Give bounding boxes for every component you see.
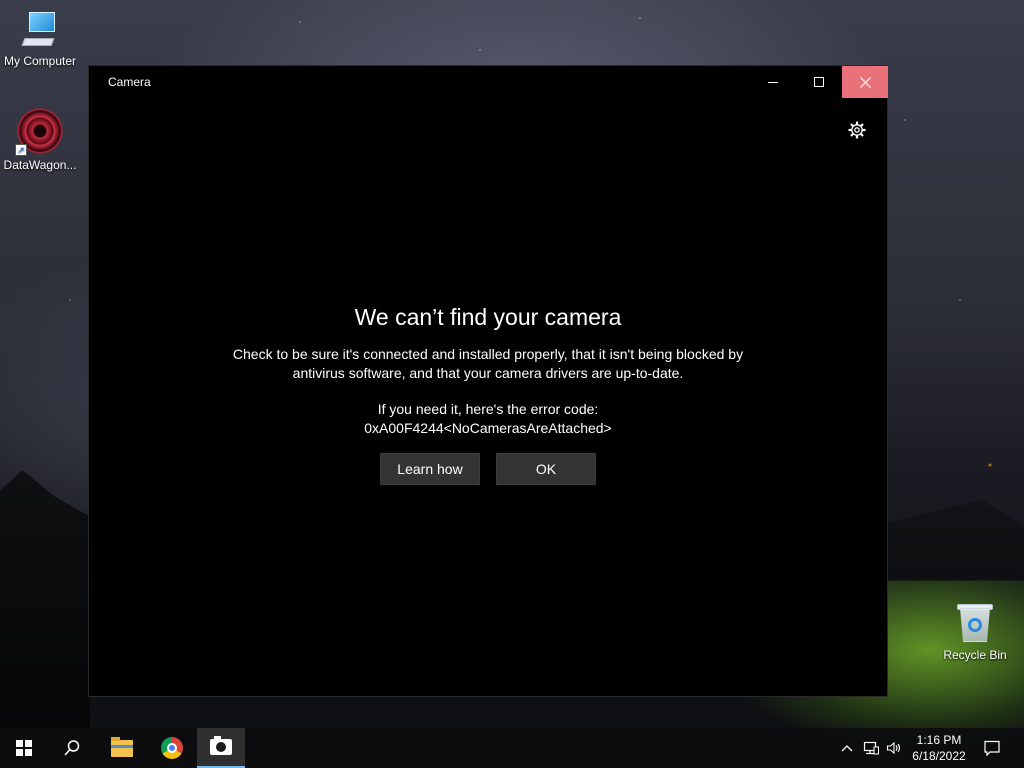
search-button[interactable] xyxy=(48,728,96,768)
taskbar-chrome[interactable] xyxy=(148,728,196,768)
start-icon xyxy=(16,740,32,756)
error-message: We can’t find your camera Check to be su… xyxy=(89,304,887,438)
ok-button[interactable]: OK xyxy=(496,453,596,485)
file-explorer-icon xyxy=(111,736,133,757)
recycle-bin-icon xyxy=(957,602,993,644)
notification-icon xyxy=(984,740,1000,757)
taskbar-camera[interactable] xyxy=(197,728,245,768)
taskbar: 1:16 PM 6/18/2022 xyxy=(0,728,1024,768)
clock-time: 1:16 PM xyxy=(916,733,962,747)
title-bar[interactable]: Camera xyxy=(89,66,888,98)
close-icon xyxy=(859,76,871,88)
shortcut-arrow-icon: ↗ xyxy=(15,144,27,156)
start-button[interactable] xyxy=(0,728,48,768)
maximize-icon xyxy=(814,77,824,87)
wallpaper-mountain-left xyxy=(0,470,90,730)
learn-how-button[interactable]: Learn how xyxy=(380,453,480,485)
camera-icon xyxy=(210,736,232,755)
action-center-button[interactable] xyxy=(980,728,1004,768)
gear-icon[interactable] xyxy=(847,120,867,140)
desktop-icon-label: My Computer xyxy=(3,54,77,68)
dialog-buttons: Learn how OK xyxy=(380,453,596,485)
desktop-icon-my-computer[interactable]: My Computer xyxy=(0,10,80,68)
error-body: Check to be sure it's connected and inst… xyxy=(232,346,744,381)
minimize-icon xyxy=(768,81,778,83)
error-heading: We can’t find your camera xyxy=(354,304,622,330)
datawagon-icon: ↗ xyxy=(15,108,63,156)
maximize-button[interactable] xyxy=(796,66,842,98)
search-icon xyxy=(64,740,80,756)
volume-icon[interactable] xyxy=(886,740,902,756)
desktop-icon-datawagon[interactable]: ↗ DataWagon... xyxy=(0,108,80,172)
chrome-icon xyxy=(161,737,183,759)
minimize-button[interactable] xyxy=(750,66,796,98)
desktop-icon-label: Recycle Bin xyxy=(943,648,1007,662)
window-title: Camera xyxy=(108,75,151,89)
close-button[interactable] xyxy=(842,66,888,98)
chevron-up-icon[interactable] xyxy=(839,740,855,756)
error-code-prompt: If you need it, here's the error code: xyxy=(377,401,599,417)
network-icon[interactable] xyxy=(863,740,879,756)
taskbar-file-explorer[interactable] xyxy=(98,728,146,768)
error-code: 0xA00F4244<NoCamerasAreAttached> xyxy=(364,420,612,436)
desktop-icon-label: DataWagon... xyxy=(3,158,77,172)
clock[interactable]: 1:16 PM 6/18/2022 xyxy=(906,732,972,764)
desktop-icon-recycle-bin[interactable]: Recycle Bin xyxy=(935,602,1015,662)
clock-date: 6/18/2022 xyxy=(912,749,966,763)
camera-window: Camera We can’t find your camera Check t… xyxy=(88,65,888,697)
computer-icon xyxy=(21,10,57,50)
